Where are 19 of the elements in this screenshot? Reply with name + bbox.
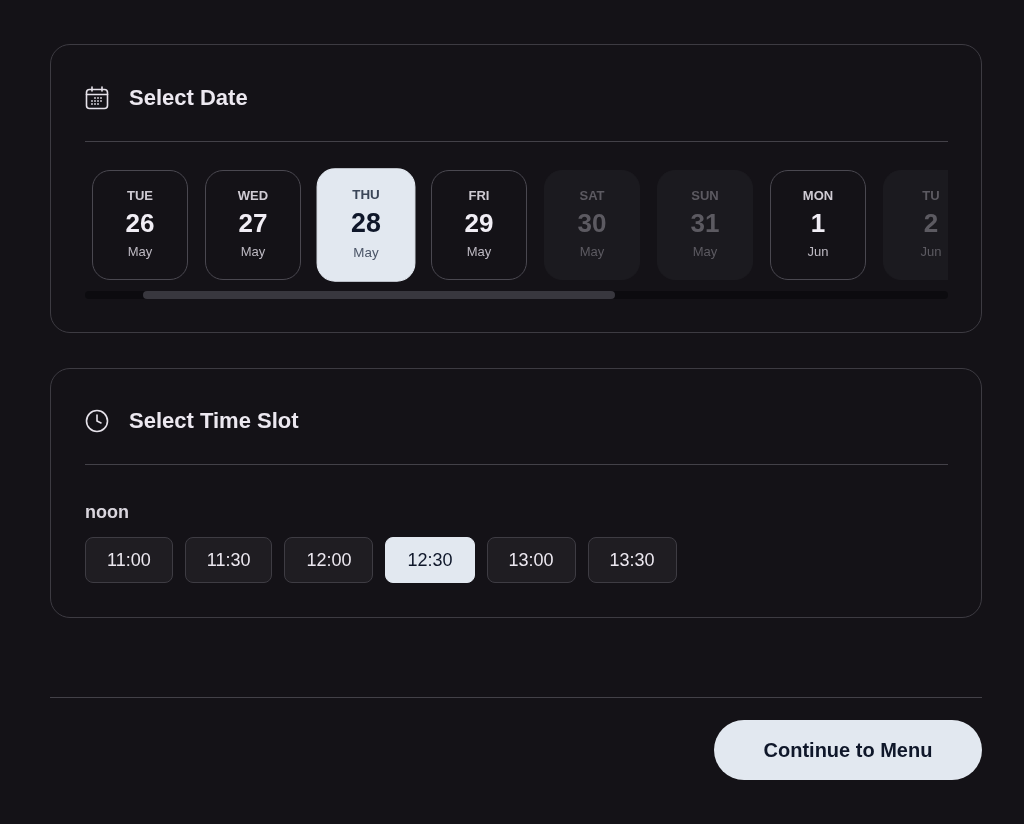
date-chip[interactable]: THU 28 May (316, 168, 416, 282)
group-label: noon (85, 501, 130, 523)
clock-icon (85, 409, 109, 433)
section-title: Select Time Slot (129, 407, 299, 435)
calendar-icon (85, 86, 109, 110)
time-slot-button[interactable]: 12:00 (284, 537, 374, 583)
time-slot-button[interactable]: 11:00 (85, 537, 173, 583)
continue-button[interactable]: Continue to Menu (714, 720, 982, 780)
time-slot-button[interactable]: 11:30 (184, 537, 273, 583)
scrollbar-thumb[interactable] (143, 291, 615, 299)
scrollbar-track[interactable] (85, 291, 948, 299)
time-slot-button[interactable]: 12:30 (385, 537, 475, 583)
date-chip[interactable]: WED 27 May (205, 170, 301, 280)
section-title: Select Date (129, 84, 248, 112)
date-chip[interactable]: TUE 26 May (92, 170, 188, 280)
time-slot-button[interactable]: 13:00 (486, 537, 576, 583)
time-slot-button[interactable]: 13:30 (587, 537, 677, 583)
date-chip[interactable]: FRI 29 May (431, 170, 527, 280)
date-chip[interactable]: MON 1 Jun (770, 170, 866, 280)
